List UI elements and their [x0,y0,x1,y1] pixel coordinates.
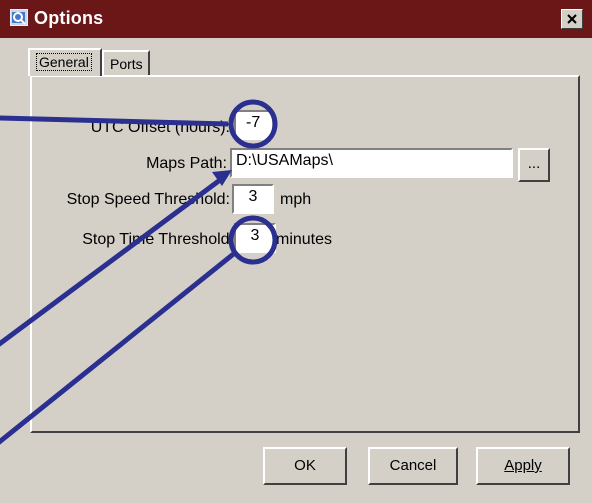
close-button[interactable] [561,9,583,29]
stop-speed-label: Stop Speed Threshold: [66,191,230,208]
tab-ports[interactable]: Ports [102,50,150,76]
utc-offset-label: UTC Offset (hours): [90,119,230,136]
tab-general-label: General [36,53,92,71]
magnifier-map-icon [10,9,28,26]
tab-ports-label: Ports [110,56,143,72]
stop-time-field[interactable]: 3 [234,223,276,253]
browse-button[interactable]: ... [518,148,550,182]
apply-button[interactable]: Apply [476,447,570,485]
stop-time-unit: minutes [276,231,333,248]
stop-speed-unit: mph [280,191,312,208]
maps-path-label: Maps Path: [146,155,227,172]
stop-time-label: Stop Time Threshold: [82,231,234,248]
options-dialog: Options Ports General UTC Offset (hours)… [0,0,592,503]
tab-general[interactable]: General [28,48,102,76]
apply-button-label: Apply [504,457,542,474]
cancel-button[interactable]: Cancel [368,447,458,485]
window-title: Options [34,8,104,28]
utc-offset-field[interactable]: -7 [234,110,272,140]
title-bar[interactable]: Options [0,0,592,38]
ok-button[interactable]: OK [263,447,347,485]
close-icon [567,14,577,24]
maps-path-field[interactable]: D:\USAMaps\ [230,148,513,178]
stop-speed-field[interactable]: 3 [232,184,274,214]
